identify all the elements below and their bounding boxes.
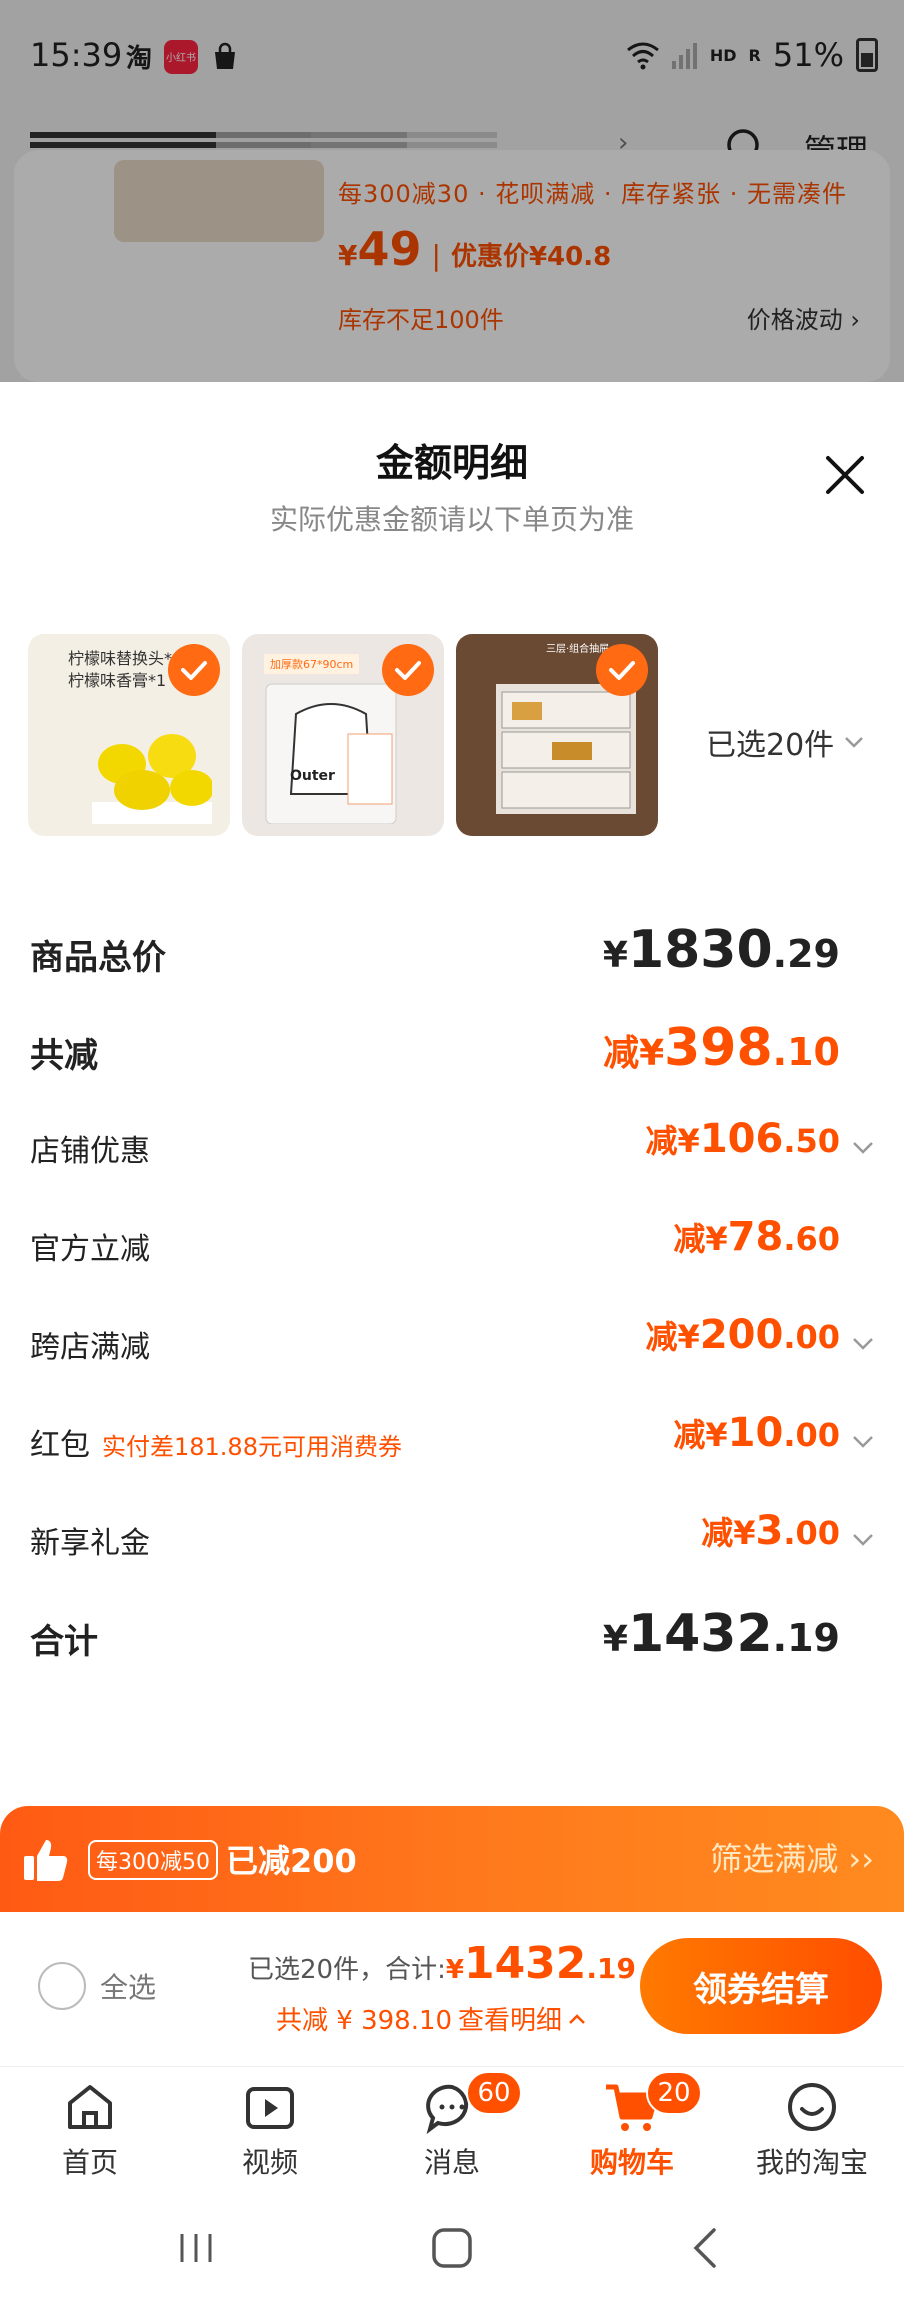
checked-icon[interactable] bbox=[596, 644, 648, 696]
row-red-packet[interactable]: 红包 实付差181.88元可用消费券 减¥ 10.00 bbox=[0, 1400, 904, 1480]
thumbnail-caption: 加厚款67*90cm bbox=[264, 654, 360, 674]
cart-badge: 20 bbox=[646, 2071, 702, 2115]
row-label: 共减 bbox=[30, 1036, 98, 1076]
modal-overlay[interactable] bbox=[0, 0, 904, 382]
tab-cart[interactable]: 20 购物车 bbox=[542, 2067, 722, 2183]
sheet-title: 金额明细 bbox=[375, 441, 528, 485]
tab-label: 首页 bbox=[61, 2146, 118, 2179]
select-all-radio[interactable] bbox=[38, 1962, 86, 2010]
select-all-label: 全选 bbox=[100, 1971, 157, 2004]
profile-icon bbox=[788, 2083, 836, 2131]
bottom-tab-bar: 首页 视频 60 消息 20 购物车 我的淘宝 bbox=[0, 2066, 904, 2182]
chevron-down-icon[interactable] bbox=[850, 1526, 876, 1552]
tab-my-taobao[interactable]: 我的淘宝 bbox=[722, 2067, 902, 2183]
promo-saved: 已减200 bbox=[226, 1842, 357, 1880]
message-badge: 60 bbox=[466, 2071, 522, 2115]
home-icon bbox=[68, 2085, 112, 2129]
checkout-bar: 全选 已选20件，合计: ¥1432.19 共减 ¥ 398.10 查看明细 领… bbox=[0, 1912, 904, 2066]
system-navigation-bar bbox=[0, 2182, 904, 2316]
row-official-discount: 官方立减 减¥ 78.60 bbox=[0, 1204, 904, 1284]
item-thumbnail[interactable]: 加厚款67*90cm Outer bbox=[242, 634, 444, 836]
row-label: 官方立减 bbox=[30, 1232, 150, 1267]
row-shop-discount[interactable]: 店铺优惠 减¥ 106.50 bbox=[0, 1106, 904, 1186]
close-icon[interactable] bbox=[822, 452, 868, 498]
discount-banner[interactable]: 每300减50 已减200 筛选满减 ›› bbox=[0, 1806, 904, 1912]
tab-video[interactable]: 视频 bbox=[180, 2067, 360, 2183]
product-image bbox=[265, 683, 397, 824]
row-amount: 减¥ 398.10 bbox=[603, 1018, 840, 1078]
tab-messages[interactable]: 60 消息 bbox=[362, 2067, 542, 2183]
selected-count-dropdown[interactable]: 已选20件 bbox=[706, 720, 866, 764]
video-icon bbox=[246, 2087, 294, 2129]
summary-prefix: 已选20件，合计: bbox=[248, 1955, 446, 1985]
item-thumbnail[interactable]: 三层·组合抽屉 bbox=[456, 634, 658, 836]
chevron-down-icon[interactable] bbox=[850, 1134, 876, 1160]
chevron-down-icon[interactable] bbox=[850, 1428, 876, 1454]
chevron-up-icon bbox=[569, 2013, 585, 2024]
item-thumbnail[interactable]: 柠檬味替换头*40 柠檬味香膏*1 bbox=[28, 634, 230, 836]
row-label: 商品总价 bbox=[30, 938, 166, 978]
row-label: 店铺优惠 bbox=[30, 1134, 150, 1169]
row-amount: ¥1432.19 bbox=[602, 1604, 840, 1664]
row-total-discount: 共减 减¥ 398.10 bbox=[0, 1008, 904, 1088]
chevron-down-icon bbox=[845, 737, 864, 748]
row-amount: 减¥ 3.00 bbox=[701, 1508, 840, 1554]
view-details-label: 查看明细 bbox=[458, 2006, 563, 2036]
checkout-total: ¥1432.19 bbox=[445, 1938, 637, 1989]
home-button-icon[interactable] bbox=[422, 2218, 482, 2278]
thumbs-up-icon bbox=[24, 1840, 68, 1881]
tab-label: 购物车 bbox=[589, 2146, 674, 2179]
selected-items-strip: 柠檬味替换头*40 柠檬味香膏*1 加厚款67*90cm Outer 三层·组合… bbox=[28, 634, 658, 836]
row-label: 合计 bbox=[30, 1622, 98, 1662]
tab-label: 我的淘宝 bbox=[755, 2146, 868, 2179]
checked-icon[interactable] bbox=[382, 644, 434, 696]
background-page: 15:39 淘 小红书 HD R 51% › 每300减30 · 花呗满减 · … bbox=[0, 0, 904, 382]
row-label: 新享礼金 bbox=[30, 1526, 150, 1561]
row-amount: 减¥ 200.00 bbox=[645, 1312, 840, 1358]
red-packet-hint: 实付差181.88元可用消费券 bbox=[102, 1433, 402, 1461]
selected-count-label: 已选20件 bbox=[706, 728, 835, 763]
select-all-toggle[interactable]: 全选 bbox=[38, 1962, 156, 2010]
back-icon[interactable] bbox=[676, 2218, 736, 2278]
sheet-subtitle: 实际优惠金额请以下单页为准 bbox=[269, 503, 634, 536]
row-label: 红包 实付差181.88元可用消费券 bbox=[30, 1428, 402, 1463]
row-amount: 减¥ 10.00 bbox=[673, 1410, 840, 1456]
discount-details-link[interactable]: 共减 ¥ 398.10 查看明细 bbox=[276, 2000, 586, 2037]
row-amount: ¥1830.29 bbox=[602, 920, 840, 980]
product-image bbox=[92, 734, 212, 824]
row-new-user-gift[interactable]: 新享礼金 减¥ 3.00 bbox=[0, 1498, 904, 1578]
thumbnail-caption: Outer bbox=[290, 768, 335, 784]
tab-label: 消息 bbox=[423, 2146, 480, 2179]
row-label: 跨店满减 bbox=[30, 1330, 150, 1365]
row-amount: 减¥ 106.50 bbox=[645, 1116, 840, 1162]
tab-home[interactable]: 首页 bbox=[0, 2067, 180, 2183]
recent-apps-icon[interactable] bbox=[166, 2218, 226, 2278]
row-amount: 减¥ 78.60 bbox=[673, 1214, 840, 1260]
filter-discount-link[interactable]: 筛选满减 ›› bbox=[710, 1834, 874, 1880]
tab-label: 视频 bbox=[241, 2146, 298, 2179]
chevron-down-icon[interactable] bbox=[850, 1330, 876, 1356]
row-total-price: 商品总价 ¥1830.29 bbox=[0, 910, 904, 990]
checked-icon[interactable] bbox=[168, 644, 220, 696]
amount-detail-sheet: 金额明细 实际优惠金额请以下单页为准 柠檬味替换头*40 柠檬味香膏*1 加厚款… bbox=[0, 382, 904, 1806]
product-image bbox=[496, 684, 636, 814]
checkout-button[interactable]: 领券结算 bbox=[640, 1938, 882, 2034]
row-cross-store-discount[interactable]: 跨店满减 减¥ 200.00 bbox=[0, 1302, 904, 1382]
promo-tag: 每300减50 bbox=[88, 1840, 218, 1880]
thumbnail-caption: 三层·组合抽屉 bbox=[546, 644, 610, 655]
checkout-summary: 已选20件，合计: ¥1432.19 bbox=[248, 1938, 636, 1989]
row-grand-total: 合计 ¥1432.19 bbox=[0, 1594, 904, 1674]
discount-line: 共减 ¥ 398.10 bbox=[276, 2006, 453, 2036]
